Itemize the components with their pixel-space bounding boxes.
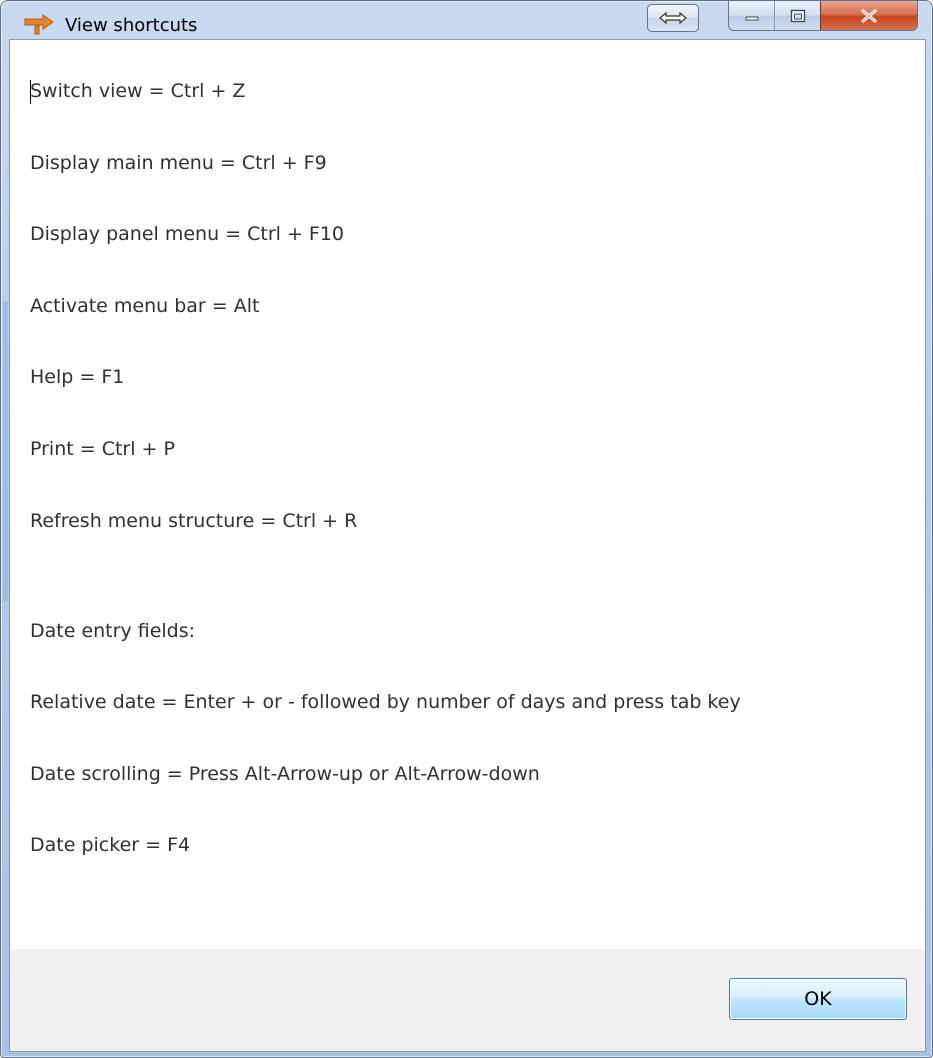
maximize-button[interactable] xyxy=(775,1,821,30)
shortcut-line: Refresh menu structure = Ctrl + R xyxy=(30,510,358,532)
maximize-icon xyxy=(790,9,805,22)
section-heading: Date entry fields: xyxy=(30,620,196,642)
shortcut-line: Date picker = F4 xyxy=(30,834,191,856)
shortcut-line: Display panel menu = Ctrl + F10 xyxy=(30,223,345,245)
shortcut-line: Date scrolling = Press Alt-Arrow-up or A… xyxy=(30,763,540,785)
window-controls xyxy=(728,1,918,31)
dialog-window: View shortcuts Switch view = Ctrl + Z Di… xyxy=(0,0,933,1058)
minimize-button[interactable] xyxy=(729,1,775,30)
resize-toggle-button[interactable] xyxy=(647,4,699,32)
ok-button[interactable]: OK xyxy=(729,978,907,1020)
shortcut-line: Help = F1 xyxy=(30,366,125,388)
shortcut-line: Display main menu = Ctrl + F9 xyxy=(30,152,327,174)
window-title: View shortcuts xyxy=(65,15,198,36)
title-bar[interactable]: View shortcuts xyxy=(1,1,932,39)
double-arrow-icon xyxy=(659,11,687,25)
shortcut-line: Switch view = Ctrl + Z xyxy=(30,80,246,102)
shortcut-line: Activate menu bar = Alt xyxy=(30,295,260,317)
close-icon xyxy=(861,8,877,23)
shortcut-line: Print = Ctrl + P xyxy=(30,438,175,460)
shortcuts-text-area[interactable]: Switch view = Ctrl + Z Display main menu… xyxy=(9,39,926,1052)
shortcut-line: Relative date = Enter + or - followed by… xyxy=(30,691,741,713)
close-button[interactable] xyxy=(821,1,917,30)
window-frame-accent xyxy=(3,301,8,601)
orange-arrow-icon xyxy=(24,14,54,35)
minimize-icon xyxy=(745,16,758,20)
